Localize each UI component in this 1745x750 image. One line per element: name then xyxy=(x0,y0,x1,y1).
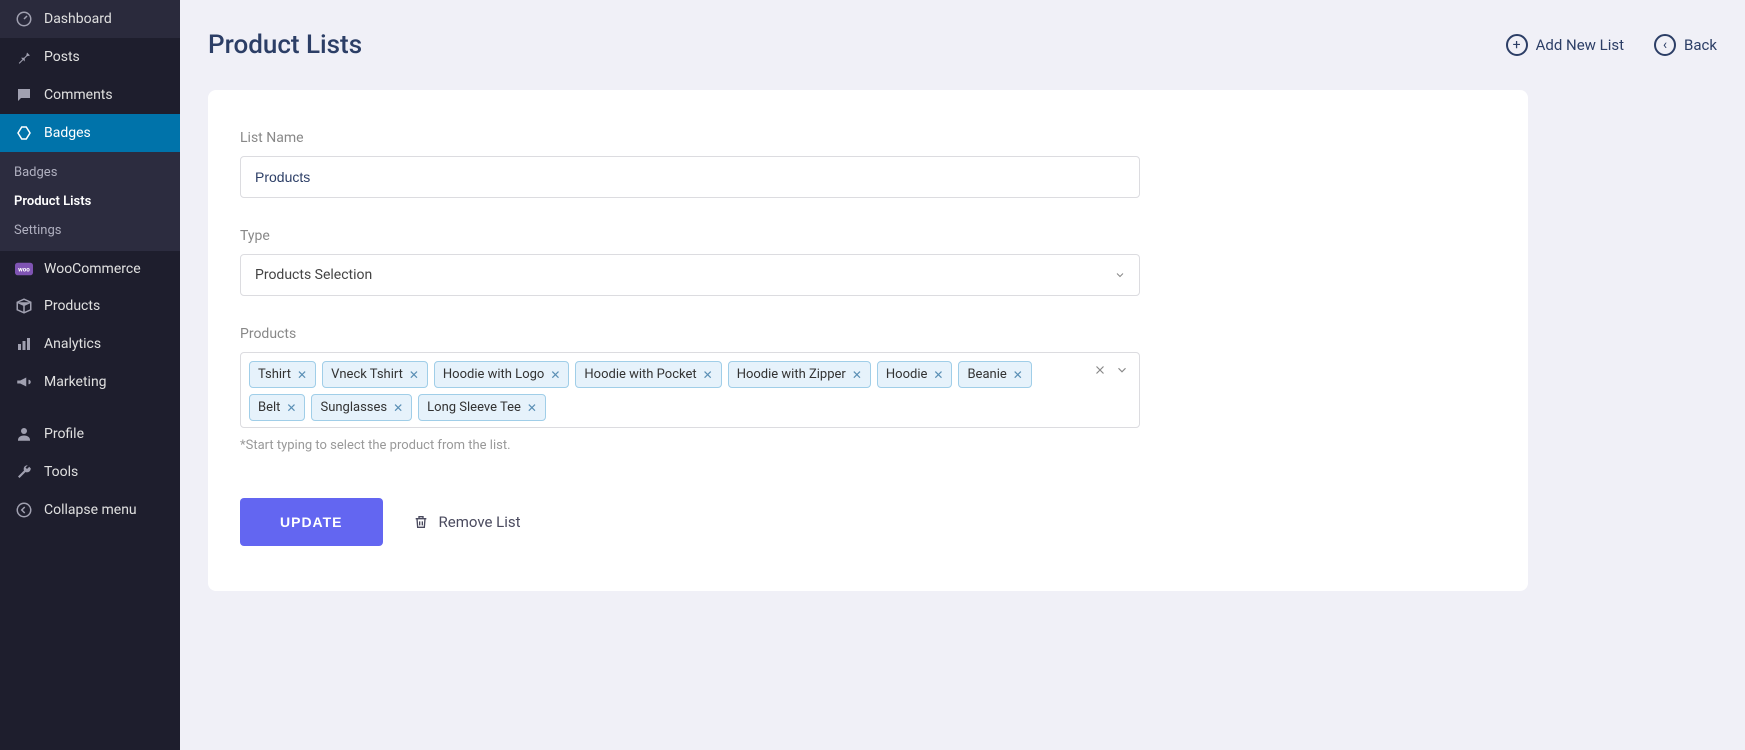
list-name-input[interactable] xyxy=(240,156,1140,198)
sidebar-item-comments[interactable]: Comments xyxy=(0,76,180,114)
sidebar-item-label: Tools xyxy=(44,464,78,480)
trash-icon xyxy=(413,514,429,530)
badge-icon xyxy=(14,124,34,142)
remove-tag-icon[interactable]: ✕ xyxy=(286,401,296,415)
products-field-group: Products Tshirt✕Vneck Tshirt✕Hoodie with… xyxy=(240,326,1140,453)
sidebar-item-label: Badges xyxy=(44,125,91,141)
sidebar-item-tools[interactable]: Tools xyxy=(0,453,180,491)
remove-tag-icon[interactable]: ✕ xyxy=(409,368,419,382)
product-tag-label: Tshirt xyxy=(258,367,291,382)
product-tag: Tshirt ✕ xyxy=(249,361,316,388)
sidebar-item-products[interactable]: Products xyxy=(0,287,180,325)
product-tag-label: Hoodie with Pocket xyxy=(584,367,696,382)
remove-tag-icon[interactable]: ✕ xyxy=(1013,368,1023,382)
remove-tag-icon[interactable]: ✕ xyxy=(703,368,713,382)
remove-tag-icon[interactable]: ✕ xyxy=(852,368,862,382)
box-icon xyxy=(14,297,34,315)
list-name-label: List Name xyxy=(240,130,1140,146)
remove-tag-icon[interactable]: ✕ xyxy=(527,401,537,415)
sidebar-item-dashboard[interactable]: Dashboard xyxy=(0,0,180,38)
list-name-field-group: List Name xyxy=(240,130,1140,198)
page-title: Product Lists xyxy=(208,30,362,60)
sidebar-item-label: Products xyxy=(44,298,100,314)
products-label: Products xyxy=(240,326,1140,342)
product-tag-label: Hoodie xyxy=(886,367,928,382)
sidebar-item-marketing[interactable]: Marketing xyxy=(0,363,180,401)
product-tag-label: Sunglasses xyxy=(320,400,387,415)
header-actions: + Add New List ‹ Back xyxy=(1506,34,1717,56)
sidebar-item-label: Analytics xyxy=(44,336,101,352)
add-new-list-button[interactable]: + Add New List xyxy=(1506,34,1624,56)
sidebar-item-posts[interactable]: Posts xyxy=(0,38,180,76)
sidebar-item-collapse[interactable]: Collapse menu xyxy=(0,491,180,529)
remove-list-label: Remove List xyxy=(439,513,521,531)
product-tag-label: Beanie xyxy=(967,367,1006,382)
products-hint: *Start typing to select the product from… xyxy=(240,438,1140,453)
woo-icon: woo xyxy=(14,262,34,276)
action-row: UPDATE Remove List xyxy=(240,498,1496,546)
product-tag-label: Hoodie with Logo xyxy=(443,367,544,382)
page-header: Product Lists + Add New List ‹ Back xyxy=(208,30,1717,60)
sidebar-item-label: WooCommerce xyxy=(44,261,141,277)
sidebar-item-profile[interactable]: Profile xyxy=(0,415,180,453)
remove-tag-icon[interactable]: ✕ xyxy=(393,401,403,415)
sidebar-sub-product-lists[interactable]: Product Lists xyxy=(0,187,180,216)
product-tag: Vneck Tshirt ✕ xyxy=(322,361,428,388)
chevron-left-circle-icon: ‹ xyxy=(1654,34,1676,56)
back-button[interactable]: ‹ Back xyxy=(1654,34,1717,56)
pin-icon xyxy=(14,48,34,66)
sidebar-item-badges[interactable]: Badges xyxy=(0,114,180,152)
type-field-group: Type Products Selection xyxy=(240,228,1140,296)
product-tag-label: Hoodie with Zipper xyxy=(737,367,846,382)
sidebar-item-label: Profile xyxy=(44,426,84,442)
svg-text:woo: woo xyxy=(18,266,30,274)
product-tag-label: Belt xyxy=(258,400,280,415)
plus-circle-icon: + xyxy=(1506,34,1528,56)
remove-list-button[interactable]: Remove List xyxy=(413,513,521,531)
user-icon xyxy=(14,425,34,443)
product-tag: Hoodie with Pocket ✕ xyxy=(575,361,721,388)
sidebar-item-label: Dashboard xyxy=(44,11,112,27)
product-tag: Hoodie ✕ xyxy=(877,361,953,388)
wrench-icon xyxy=(14,463,34,481)
product-tag: Hoodie with Logo ✕ xyxy=(434,361,569,388)
sidebar-sub-settings[interactable]: Settings xyxy=(0,216,180,245)
back-label: Back xyxy=(1684,36,1717,54)
update-button[interactable]: UPDATE xyxy=(240,498,383,546)
product-tag: Sunglasses ✕ xyxy=(311,394,412,421)
product-tag: Hoodie with Zipper ✕ xyxy=(728,361,871,388)
comment-icon xyxy=(14,86,34,104)
chevron-down-icon[interactable] xyxy=(1115,363,1129,377)
sidebar-item-label: Comments xyxy=(44,87,113,103)
remove-tag-icon[interactable]: ✕ xyxy=(550,368,560,382)
sidebar-item-label: Marketing xyxy=(44,374,107,390)
product-tag-label: Long Sleeve Tee xyxy=(427,400,521,415)
product-tag-label: Vneck Tshirt xyxy=(331,367,403,382)
sidebar-item-analytics[interactable]: Analytics xyxy=(0,325,180,363)
main-content: Product Lists + Add New List ‹ Back List… xyxy=(180,0,1745,750)
remove-tag-icon[interactable]: ✕ xyxy=(933,368,943,382)
sidebar-item-label: Posts xyxy=(44,49,80,65)
type-label: Type xyxy=(240,228,1140,244)
products-multiselect[interactable]: Tshirt✕Vneck Tshirt✕Hoodie with Logo✕Hoo… xyxy=(240,352,1140,428)
sidebar-item-woocommerce[interactable]: woo WooCommerce xyxy=(0,251,180,287)
clear-all-icon[interactable] xyxy=(1093,363,1107,377)
megaphone-icon xyxy=(14,373,34,391)
edit-list-card: List Name Type Products Selection Produc… xyxy=(208,90,1528,591)
sidebar-submenu: Badges Product Lists Settings xyxy=(0,152,180,251)
add-new-list-label: Add New List xyxy=(1536,36,1624,54)
sidebar-sub-badges[interactable]: Badges xyxy=(0,158,180,187)
dashboard-icon xyxy=(14,10,34,28)
admin-sidebar: Dashboard Posts Comments Badges Badges P… xyxy=(0,0,180,750)
collapse-icon xyxy=(14,501,34,519)
product-tag: Belt ✕ xyxy=(249,394,305,421)
product-tag: Beanie ✕ xyxy=(958,361,1031,388)
type-select[interactable]: Products Selection xyxy=(240,254,1140,296)
chart-icon xyxy=(14,335,34,353)
product-tag: Long Sleeve Tee ✕ xyxy=(418,394,546,421)
sidebar-item-label: Collapse menu xyxy=(44,502,137,518)
remove-tag-icon[interactable]: ✕ xyxy=(297,368,307,382)
